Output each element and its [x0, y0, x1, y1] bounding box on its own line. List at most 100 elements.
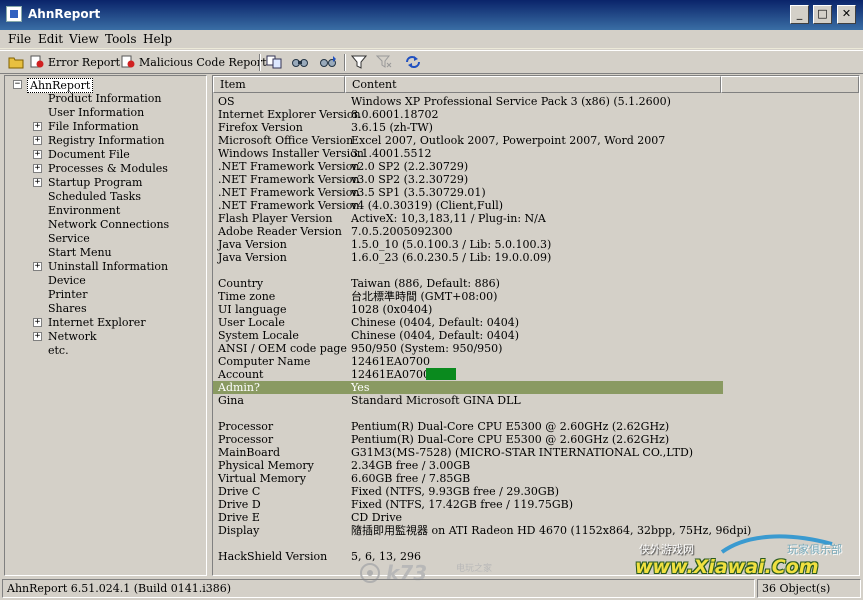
tree-item-device[interactable]: Device: [48, 274, 86, 287]
error-report-button[interactable]: Error Report: [30, 55, 120, 71]
list-item[interactable]: [213, 264, 723, 277]
menu-help[interactable]: Help: [143, 32, 172, 46]
maximize-button[interactable]: □: [813, 5, 832, 24]
list-item[interactable]: Account 12461EA0700\: [213, 368, 723, 381]
list-item[interactable]: Processor Pentium(R) Dual-Core CPU E5300 …: [213, 420, 723, 433]
menu-file[interactable]: File: [8, 32, 31, 46]
list-item[interactable]: Computer Name 12461EA0700: [213, 355, 723, 368]
list-item[interactable]: Adobe Reader Version 7.0.5.2005092300: [213, 225, 723, 238]
list-item[interactable]: HackShield Version 5, 6, 13, 296: [213, 550, 723, 563]
tree-item-file-information[interactable]: File Information: [48, 120, 139, 133]
list-item[interactable]: System Locale Chinese (0404, Default: 040…: [213, 329, 723, 342]
app-icon[interactable]: [6, 6, 22, 22]
tree-item-network[interactable]: Network: [48, 330, 97, 343]
tree-item-environment[interactable]: Environment: [48, 204, 120, 217]
list-item[interactable]: Drive E CD Drive: [213, 511, 723, 524]
expand-toggle[interactable]: +: [33, 136, 42, 145]
list-item[interactable]: Processor Pentium(R) Dual-Core CPU E5300 …: [213, 433, 723, 446]
expand-toggle[interactable]: +: [33, 122, 42, 131]
list-item[interactable]: MainBoard G31M3(MS-7528) (MICRO-STAR INTE…: [213, 446, 723, 459]
menu-view[interactable]: View: [69, 32, 99, 46]
tree-root[interactable]: AhnReport: [27, 78, 94, 93]
details-list[interactable]: Item Content OS Windows XP Professional S…: [212, 75, 860, 576]
item-content: 台北標準時間 (GMT+08:00): [351, 290, 498, 303]
minimize-button[interactable]: _: [790, 5, 809, 24]
item-name: OS: [218, 95, 235, 108]
tree-item-etc[interactable]: etc.: [48, 344, 69, 357]
collapse-toggle[interactable]: −: [13, 80, 22, 89]
list-item[interactable]: .NET Framework Version v3.5 SP1 (3.5.3072…: [213, 186, 723, 199]
item-name: User Locale: [218, 316, 285, 329]
list-item[interactable]: [213, 407, 723, 420]
expand-toggle[interactable]: +: [33, 178, 42, 187]
list-item[interactable]: Internet Explorer Version 8.0.6001.18702: [213, 108, 723, 121]
list-item[interactable]: Virtual Memory 6.60GB free / 7.85GB: [213, 472, 723, 485]
tree-item-registry-information[interactable]: Registry Information: [48, 134, 164, 147]
malicious-code-report-button[interactable]: Malicious Code Report: [121, 55, 267, 71]
expand-toggle[interactable]: +: [33, 150, 42, 159]
list-item[interactable]: Display 隨插即用監視器 on ATI Radeon HD 4670 (11…: [213, 524, 751, 537]
tree-item-document-file[interactable]: Document File: [48, 148, 130, 161]
expand-toggle[interactable]: +: [33, 332, 42, 341]
list-item[interactable]: Physical Memory 2.34GB free / 3.00GB: [213, 459, 723, 472]
expand-toggle[interactable]: +: [33, 318, 42, 327]
list-item[interactable]: Java Version 1.5.0_10 (5.0.100.3 / Lib: 5…: [213, 238, 723, 251]
list-item[interactable]: [213, 537, 723, 550]
list-item[interactable]: OS Windows XP Professional Service Pack 3…: [213, 95, 723, 108]
item-name: Account: [218, 368, 264, 381]
tree-item-network-connections[interactable]: Network Connections: [48, 218, 169, 231]
filter-icon[interactable]: [350, 55, 368, 71]
list-item[interactable]: Country Taiwan (886, Default: 886): [213, 277, 723, 290]
item-name: Virtual Memory: [218, 472, 306, 485]
column-header-content[interactable]: Content: [345, 76, 721, 93]
tree-item-user-information[interactable]: User Information: [48, 106, 144, 119]
list-item[interactable]: Drive D Fixed (NTFS, 17.42GB free / 119.7…: [213, 498, 723, 511]
list-item[interactable]: .NET Framework Version v3.0 SP2 (3.2.3072…: [213, 173, 723, 186]
list-item[interactable]: Flash Player Version ActiveX: 10,3,183,11…: [213, 212, 723, 225]
refresh-icon[interactable]: [404, 55, 422, 71]
category-tree[interactable]: − AhnReport Product Information User Inf…: [4, 75, 207, 576]
list-item[interactable]: .NET Framework Version v4 (4.0.30319) (Cl…: [213, 199, 723, 212]
find-next-icon[interactable]: [320, 55, 338, 71]
list-item[interactable]: User Locale Chinese (0404, Default: 0404): [213, 316, 723, 329]
expand-toggle[interactable]: +: [33, 262, 42, 271]
item-content: 12461EA0700: [351, 355, 430, 368]
expand-toggle[interactable]: +: [33, 164, 42, 173]
list-item[interactable]: .NET Framework Version v2.0 SP2 (2.2.3072…: [213, 160, 723, 173]
list-item[interactable]: Admin? Yes: [213, 381, 723, 394]
item-name: Drive E: [218, 511, 260, 524]
menu-edit[interactable]: Edit: [38, 32, 63, 46]
tree-item-uninstall-information[interactable]: Uninstall Information: [48, 260, 168, 273]
menu-tools[interactable]: Tools: [105, 32, 137, 46]
column-header-item[interactable]: Item: [213, 76, 345, 93]
tree-item-processes-modules[interactable]: Processes & Modules: [48, 162, 168, 175]
item-content: 5, 6, 13, 296: [351, 550, 421, 563]
item-name: Windows Installer Version: [218, 147, 364, 160]
find-icon[interactable]: [292, 55, 308, 71]
list-item[interactable]: Java Version 1.6.0_23 (6.0.230.5 / Lib: 1…: [213, 251, 723, 264]
status-bar: AhnReport 6.51.024.1 (Build 0141.i386) 3…: [0, 577, 863, 600]
tree-item-scheduled-tasks[interactable]: Scheduled Tasks: [48, 190, 141, 203]
item-name: ANSI / OEM code page: [218, 342, 347, 355]
list-item[interactable]: Time zone 台北標準時間 (GMT+08:00): [213, 290, 723, 303]
open-folder-icon[interactable]: [8, 55, 24, 71]
list-item[interactable]: UI language 1028 (0x0404): [213, 303, 723, 316]
list-item[interactable]: Drive C Fixed (NTFS, 9.93GB free / 29.30G…: [213, 485, 723, 498]
close-button[interactable]: ✕: [837, 5, 856, 24]
list-item[interactable]: Microsoft Office Version Excel 2007, Outl…: [213, 134, 723, 147]
copy-icon[interactable]: [266, 55, 284, 71]
item-name: MainBoard: [218, 446, 280, 459]
list-item[interactable]: Gina Standard Microsoft GINA DLL: [213, 394, 723, 407]
item-content: 1.6.0_23 (6.0.230.5 / Lib: 19.0.0.09): [351, 251, 552, 264]
tree-item-printer[interactable]: Printer: [48, 288, 87, 301]
tree-item-internet-explorer[interactable]: Internet Explorer: [48, 316, 146, 329]
tree-item-service[interactable]: Service: [48, 232, 90, 245]
tree-item-shares[interactable]: Shares: [48, 302, 87, 315]
tree-item-startup-program[interactable]: Startup Program: [48, 176, 142, 189]
tree-item-product-information[interactable]: Product Information: [48, 92, 162, 105]
list-item[interactable]: ANSI / OEM code page 950/950 (System: 950…: [213, 342, 723, 355]
list-item[interactable]: Firefox Version 3.6.15 (zh-TW): [213, 121, 723, 134]
list-item[interactable]: Windows Installer Version 3.1.4001.5512: [213, 147, 723, 160]
item-content: Pentium(R) Dual-Core CPU E5300 @ 2.60GHz…: [351, 433, 670, 446]
tree-item-start-menu[interactable]: Start Menu: [48, 246, 112, 259]
